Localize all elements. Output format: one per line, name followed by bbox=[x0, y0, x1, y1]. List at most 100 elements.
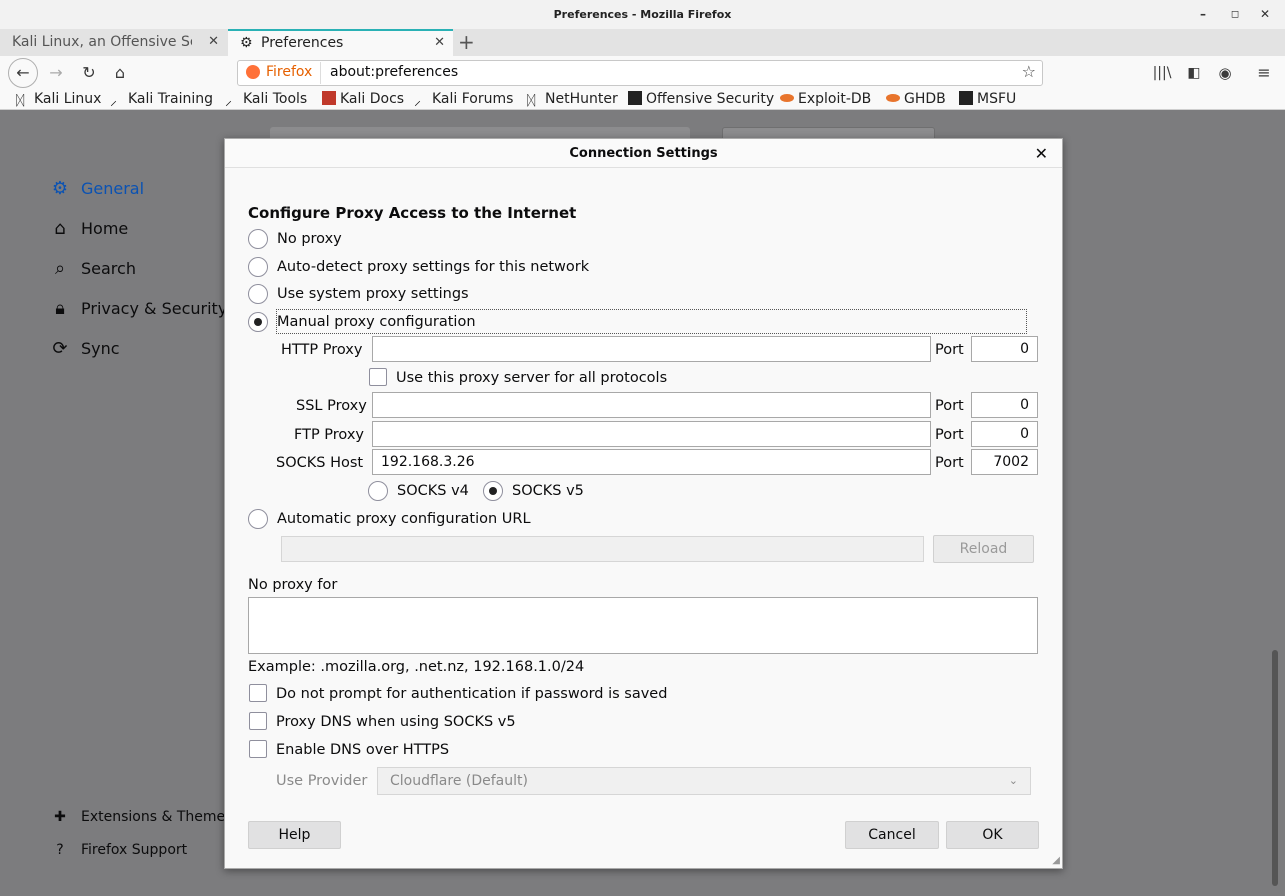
close-tab-icon[interactable]: ✕ bbox=[434, 31, 445, 55]
socks-host-input[interactable]: 192.168.3.26 bbox=[372, 449, 931, 475]
close-icon[interactable]: ✕ bbox=[1035, 139, 1048, 168]
no-proxy-radio[interactable] bbox=[248, 229, 268, 249]
bookmark-exploit-db[interactable]: Exploit-DB bbox=[780, 90, 871, 110]
provider-select[interactable]: Cloudflare (Default) ⌄ bbox=[377, 767, 1031, 795]
gear-icon: ⚙ bbox=[240, 35, 253, 51]
socks-port-input[interactable]: 7002 bbox=[971, 449, 1038, 475]
bookmark-kali-training[interactable]: ⸝ Kali Training bbox=[110, 90, 213, 110]
manual-proxy-label[interactable]: Manual proxy configuration bbox=[277, 313, 476, 331]
close-window-button[interactable]: ✕ bbox=[1255, 0, 1275, 29]
back-arrow-icon[interactable]: ← bbox=[8, 58, 38, 88]
forward-arrow-icon[interactable]: → bbox=[44, 61, 68, 85]
proxy-dns-label[interactable]: Proxy DNS when using SOCKS v5 bbox=[276, 713, 516, 731]
proxy-dns-checkbox[interactable] bbox=[249, 712, 267, 730]
gear-icon: ⚙ bbox=[51, 178, 69, 199]
kali-dragon-icon: ⸝ bbox=[225, 93, 232, 109]
library-icon[interactable]: |||\ bbox=[1150, 61, 1174, 85]
search-icon: ⌕ bbox=[54, 258, 66, 279]
bookmark-offensive-security[interactable]: Offensive Security bbox=[628, 90, 774, 110]
resize-grip-icon[interactable]: ◢ bbox=[1052, 855, 1060, 866]
firefox-support-link[interactable]: ? Firefox Support bbox=[48, 838, 187, 862]
puzzle-icon: ✚ bbox=[54, 809, 66, 825]
http-port-input[interactable]: 0 bbox=[971, 336, 1038, 362]
no-proxy-for-textarea[interactable] bbox=[248, 597, 1038, 654]
url-text[interactable]: about:preferences bbox=[330, 64, 458, 80]
reload-icon[interactable]: ↻ bbox=[77, 61, 101, 85]
url-bar[interactable]: Firefox about:preferences ☆ bbox=[237, 60, 1043, 86]
dialog-heading: Configure Proxy Access to the Internet bbox=[248, 204, 577, 222]
system-proxy-radio[interactable] bbox=[248, 284, 268, 304]
dialog-title: Connection Settings bbox=[225, 139, 1062, 168]
ftp-proxy-input[interactable] bbox=[372, 421, 931, 447]
category-sync[interactable]: ⟳ Sync bbox=[48, 337, 119, 361]
docs-icon bbox=[322, 91, 336, 105]
category-home[interactable]: ⌂ Home bbox=[48, 217, 128, 241]
auto-detect-label[interactable]: Auto-detect proxy settings for this netw… bbox=[277, 258, 589, 276]
no-proxy-label[interactable]: No proxy bbox=[277, 230, 342, 248]
tab-preferences[interactable]: ⚙ Preferences ✕ bbox=[228, 29, 453, 56]
enable-doh-checkbox[interactable] bbox=[249, 740, 267, 758]
bookmark-star-icon[interactable]: ☆ bbox=[1022, 62, 1036, 81]
no-proxy-for-label: No proxy for bbox=[248, 577, 338, 593]
extensions-themes-link[interactable]: ✚ Extensions & Themes bbox=[48, 805, 232, 829]
category-privacy-security[interactable]: 🔒︎ Privacy & Security bbox=[48, 297, 227, 321]
bookmark-kali-linux[interactable]: ᛞ Kali Linux bbox=[16, 90, 101, 110]
close-tab-icon[interactable]: ✕ bbox=[208, 29, 219, 55]
manual-proxy-radio[interactable] bbox=[248, 312, 268, 332]
home-icon: ⌂ bbox=[54, 218, 66, 239]
account-icon[interactable]: ◉ bbox=[1213, 61, 1237, 85]
socks-v4-label[interactable]: SOCKS v4 bbox=[397, 482, 469, 500]
tab-label: Kali Linux, an Offensive Security bbox=[12, 34, 192, 50]
reload-button[interactable]: Reload bbox=[933, 535, 1034, 563]
auto-detect-radio[interactable] bbox=[248, 257, 268, 277]
bookmark-kali-forums[interactable]: ⸝ Kali Forums bbox=[414, 90, 513, 110]
socks-v5-radio[interactable] bbox=[483, 481, 503, 501]
bookmark-kali-docs[interactable]: Kali Docs bbox=[322, 90, 404, 110]
bookmark-kali-tools[interactable]: ⸝ Kali Tools bbox=[225, 90, 307, 110]
category-search[interactable]: ⌕ Search bbox=[48, 257, 136, 281]
use-for-all-checkbox[interactable] bbox=[369, 368, 387, 386]
category-general[interactable]: ⚙ General bbox=[48, 177, 144, 201]
ssl-proxy-input[interactable] bbox=[372, 392, 931, 418]
lock-icon: 🔒︎ bbox=[55, 298, 65, 319]
use-for-all-label[interactable]: Use this proxy server for all protocols bbox=[396, 369, 667, 387]
window-titlebar: Preferences - Mozilla Firefox – ◻ ✕ bbox=[0, 0, 1285, 29]
tab-kali-linux[interactable]: Kali Linux, an Offensive Security ✕ bbox=[0, 29, 227, 56]
socks-v5-label[interactable]: SOCKS v5 bbox=[512, 482, 584, 500]
bookmark-nethunter[interactable]: ᛞ NetHunter bbox=[527, 90, 618, 110]
autoconfig-url-input[interactable] bbox=[281, 536, 924, 562]
autoconfig-url-label[interactable]: Automatic proxy configuration URL bbox=[277, 510, 531, 528]
cancel-button[interactable]: Cancel bbox=[845, 821, 939, 849]
ssl-port-label: Port bbox=[935, 398, 964, 414]
window-title: Preferences - Mozilla Firefox bbox=[553, 8, 732, 21]
bookmark-ghdb[interactable]: GHDB bbox=[886, 90, 946, 110]
help-button[interactable]: Help bbox=[248, 821, 341, 849]
ftp-port-label: Port bbox=[935, 427, 964, 443]
socks-port-label: Port bbox=[935, 455, 964, 471]
tab-label: Preferences bbox=[261, 35, 344, 51]
maximize-button[interactable]: ◻ bbox=[1225, 0, 1245, 29]
ftp-port-input[interactable]: 0 bbox=[971, 421, 1038, 447]
menu-icon[interactable]: ≡ bbox=[1252, 61, 1276, 85]
system-proxy-label[interactable]: Use system proxy settings bbox=[277, 285, 469, 303]
new-tab-button[interactable]: + bbox=[456, 29, 486, 56]
enable-doh-label[interactable]: Enable DNS over HTTPS bbox=[276, 741, 449, 759]
home-icon[interactable]: ⌂ bbox=[108, 61, 132, 85]
page-scrollbar[interactable] bbox=[1272, 650, 1278, 886]
minimize-button[interactable]: – bbox=[1193, 0, 1213, 29]
socks-v4-radio[interactable] bbox=[368, 481, 388, 501]
no-prompt-auth-checkbox[interactable] bbox=[249, 684, 267, 702]
kali-dragon-icon: ᛞ bbox=[16, 93, 25, 109]
connection-settings-dialog: Connection Settings ✕ Configure Proxy Ac… bbox=[224, 138, 1063, 869]
bookmark-msfu[interactable]: MSFU bbox=[959, 90, 1016, 110]
offsec-icon bbox=[628, 91, 642, 105]
autoconfig-url-radio[interactable] bbox=[248, 509, 268, 529]
no-prompt-auth-label[interactable]: Do not prompt for authentication if pass… bbox=[276, 685, 667, 703]
ok-button[interactable]: OK bbox=[946, 821, 1039, 849]
firefox-logo-icon bbox=[246, 65, 260, 79]
sidebar-toggle-icon[interactable]: ◧ bbox=[1182, 61, 1206, 85]
no-proxy-example: Example: .mozilla.org, .net.nz, 192.168.… bbox=[248, 659, 585, 675]
ghdb-icon bbox=[886, 94, 900, 102]
ssl-port-input[interactable]: 0 bbox=[971, 392, 1038, 418]
http-proxy-input[interactable] bbox=[372, 336, 931, 362]
